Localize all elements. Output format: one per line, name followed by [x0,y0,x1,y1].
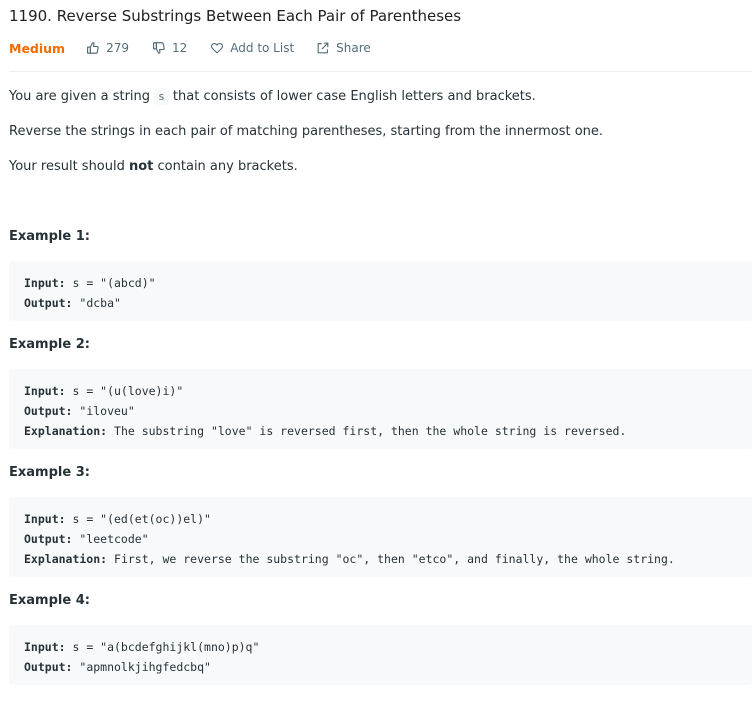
share-icon [317,42,329,54]
example-output-line: Output: "iloveu" [24,404,135,418]
description-paragraph-2: Reverse the strings in each pair of matc… [9,124,604,139]
dislikes-count: 12 [171,41,188,55]
thumbs-down-icon [152,42,165,54]
example-input-line: Input: s = "(u(love)i)" [24,384,184,398]
example-3-block: Input: s = "(ed(et(oc))el)" Output: "lee… [9,497,752,577]
example-explanation-line: Explanation: The substring "love" is rev… [24,424,627,438]
example-4-block: Input: s = "a(bcdefghijkl(mno)p)q" Outpu… [9,625,752,685]
add-to-list-label: Add to List [230,41,295,55]
add-to-list-button[interactable]: Add to List [210,41,294,55]
example-output-line: Output: "apmnolkjihgfedcbq" [24,660,211,674]
example-input-line: Input: s = "a(bcdefghijkl(mno)p)q" [24,640,260,654]
heart-icon [211,42,224,54]
example-1-block: Input: s = "(abcd)" Output: "dcba" [9,261,752,321]
example-2-block: Input: s = "(u(love)i)" Output: "iloveu"… [9,369,752,449]
example-output-line: Output: "leetcode" [24,532,149,546]
example-output-line: Output: "dcba" [24,296,121,310]
description-paragraph-3: Your result should not contain any brack… [9,159,298,174]
likes-count: 279 [106,41,129,55]
page-title: 1190. Reverse Substrings Between Each Pa… [9,7,462,25]
problem-meta-bar: Medium 279 12 Add to List Share [9,38,371,58]
example-input-line: Input: s = "(ed(et(oc))el)" [24,512,211,526]
example-4-title: Example 4: [9,593,90,608]
example-1-title: Example 1: [9,229,90,244]
example-3-title: Example 3: [9,465,90,480]
example-explanation-line: Explanation: First, we reverse the subst… [24,552,675,566]
like-button[interactable]: 279 [86,41,129,55]
example-2-title: Example 2: [9,337,90,352]
dislike-button[interactable]: 12 [152,41,187,55]
header-divider [9,71,752,72]
example-input-line: Input: s = "(abcd)" [24,276,156,290]
share-button[interactable]: Share [316,41,371,55]
thumbs-up-icon [87,42,99,54]
description-paragraph-1: You are given a string s that consists o… [9,88,536,105]
inline-code-s: s [154,88,169,105]
emphasis-not: not [129,159,154,174]
share-label: Share [336,41,371,55]
difficulty-badge: Medium [9,40,66,56]
